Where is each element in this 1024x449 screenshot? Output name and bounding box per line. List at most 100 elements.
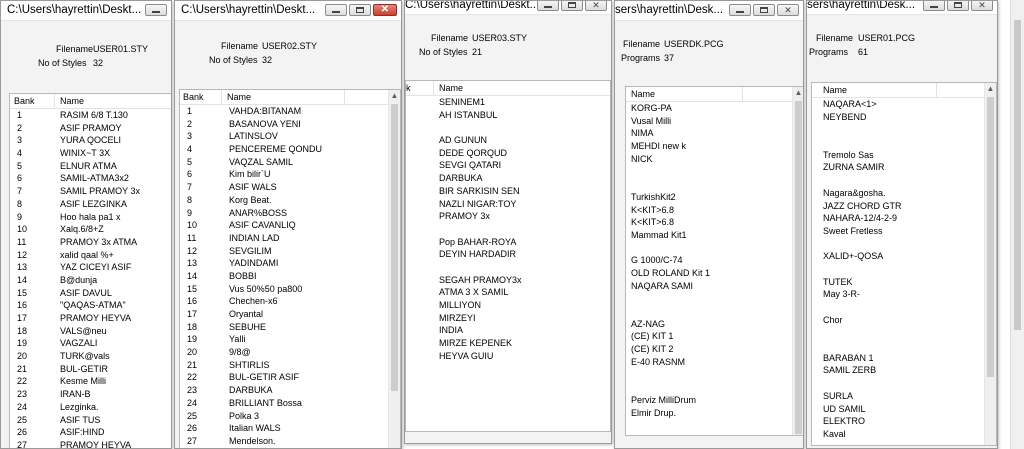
list-item[interactable]: 24 Lezginka. (10, 402, 171, 415)
list-item[interactable]: 2 BASANOVA YENI (180, 119, 388, 132)
list-item[interactable]: INDIA (406, 325, 610, 338)
list-item[interactable]: 2 ASIF PRAMOY (10, 123, 171, 136)
list-item[interactable]: 13 YAZ CICEYI ASIF (10, 262, 171, 275)
list-item[interactable]: 4 WINIX~T 3X (10, 148, 171, 161)
minimize-button[interactable] (145, 4, 167, 16)
list-item[interactable]: SAMIL ZERB (812, 365, 984, 378)
list-item[interactable]: JAZZ CHORD GTR (812, 201, 984, 214)
list-item[interactable]: 22 BUL-GETIR ASIF (180, 372, 388, 385)
title-bar[interactable]: C:\Users\hayrettin\Deskt... ✕ (175, 1, 401, 21)
list-item[interactable]: 21 SHTIRLIS (180, 360, 388, 373)
list-item[interactable]: G 1000/C-74 (626, 255, 792, 268)
window-user01-sty[interactable]: C:\Users\hayrettin\Deskt... Filename USE… (0, 0, 172, 449)
list-item[interactable]: AD GUNUN (406, 135, 610, 148)
list-item[interactable]: Vusal Milli (626, 116, 792, 129)
list-item[interactable]: PRAMOY 3x (406, 211, 610, 224)
list-item[interactable]: Elmir Drup. (626, 408, 792, 421)
list-item[interactable] (812, 378, 984, 391)
list-item[interactable]: (CE) KIT 2 (626, 344, 792, 357)
close-button[interactable]: ✕ (585, 1, 607, 11)
column-header-name[interactable]: Name (631, 89, 655, 99)
close-button[interactable]: ✕ (971, 1, 993, 11)
list-item[interactable]: 24 BRILLIANT Bossa (180, 398, 388, 411)
maximize-button[interactable] (753, 4, 775, 16)
list-item[interactable]: 15 ASIF DAVUL (10, 288, 171, 301)
title-bar[interactable]: sers\hayrettin\Desk... ✕ (807, 1, 997, 15)
list-item[interactable]: NAHARA-12/4-2-9 (812, 213, 984, 226)
list-item[interactable] (626, 306, 792, 319)
minimize-button[interactable] (923, 1, 945, 11)
list-item[interactable] (626, 243, 792, 256)
styles-list[interactable]: k Name SENINEM1 AH ISTANBUL AD GUNUN DEDE Q… (405, 80, 611, 432)
list-item[interactable]: 5 ELNUR ATMA (10, 161, 171, 174)
list-item[interactable]: ZURNA SAMIR (812, 162, 984, 175)
list-item[interactable]: E-40 RASNM (626, 357, 792, 370)
list-item[interactable]: 1 VAHDA:BITANAM (180, 106, 388, 119)
list-item[interactable] (812, 327, 984, 340)
list-rows[interactable]: SENINEM1 AH ISTANBUL AD GUNUN DEDE QORQUD SE… (406, 97, 610, 431)
list-item[interactable]: K<KIT>6.8 (626, 205, 792, 218)
list-item[interactable]: 27 PRAMOY HEYVA (10, 440, 171, 448)
list-item[interactable]: 16 Chechen-x6 (180, 296, 388, 309)
scroll-thumb[interactable] (391, 104, 398, 391)
list-item[interactable]: SENINEM1 (406, 97, 610, 110)
list-item[interactable]: MILLIYON (406, 300, 610, 313)
list-item[interactable]: 1 RASIM 6/8 T.130 (10, 110, 171, 123)
list-item[interactable]: 8 Korg Beat. (180, 195, 388, 208)
list-item[interactable] (812, 124, 984, 137)
maximize-button[interactable] (561, 1, 583, 11)
desktop-scrollbar[interactable] (1010, 0, 1024, 449)
list-item[interactable]: (CE) KIT 1 (626, 331, 792, 344)
list-item[interactable]: 6 Kim bilir`U (180, 169, 388, 182)
styles-list[interactable]: Bank Name 1 VAHDA:BITANAM 2 BASANOVA YENI 3 L… (179, 89, 401, 448)
list-item[interactable]: 19 Yalli (180, 334, 388, 347)
window-user01-pcg[interactable]: sers\hayrettin\Desk... ✕ Filename USER01… (806, 0, 998, 449)
list-item[interactable]: 13 YADINDAMI (180, 258, 388, 271)
list-item[interactable]: AZ-NAG (626, 319, 792, 332)
list-item[interactable]: HEYVA GUIU (406, 351, 610, 364)
list-item[interactable] (812, 137, 984, 150)
list-item[interactable]: NEYBEND (812, 112, 984, 125)
list-item[interactable] (626, 293, 792, 306)
list-item[interactable]: SEVGI QATARI (406, 160, 610, 173)
list-item[interactable]: ELEKTRO (812, 416, 984, 429)
list-item[interactable]: 16 "QAQAS-ATMA" (10, 300, 171, 313)
list-item[interactable]: TurkishKit2 (626, 192, 792, 205)
window-user03-sty[interactable]: C:\Users\hayrettin\Deskt... ✕ Filename U… (404, 0, 612, 444)
list-item[interactable]: MEHDI new k (626, 141, 792, 154)
list-item[interactable]: 19 VAGZALI (10, 338, 171, 351)
list-item[interactable]: 17 Oryantal (180, 309, 388, 322)
list-rows[interactable]: 1 VAHDA:BITANAM 2 BASANOVA YENI 3 LATINSLOV 4 P… (180, 106, 388, 448)
vertical-scrollbar[interactable]: ▲ (388, 90, 400, 448)
column-header-name[interactable]: Name (439, 83, 463, 93)
scroll-thumb[interactable] (987, 97, 994, 377)
list-item[interactable]: 4 PENCEREME QONDU (180, 144, 388, 157)
minimize-button[interactable] (325, 4, 347, 16)
list-item[interactable]: 23 IRAN-B (10, 389, 171, 402)
list-item[interactable]: 9 ANAR%BOSS (180, 208, 388, 221)
list-item[interactable] (626, 166, 792, 179)
list-item[interactable]: UD SAMIL (812, 404, 984, 417)
vertical-scrollbar[interactable]: ▲ (984, 83, 996, 445)
list-item[interactable]: 6 SAMIL-ATMA3x2 (10, 173, 171, 186)
minimize-button[interactable] (729, 4, 751, 16)
desktop-scroll-thumb[interactable] (1014, 20, 1021, 330)
window-user02-sty[interactable]: C:\Users\hayrettin\Deskt... ✕ Filename U… (174, 0, 402, 449)
title-bar[interactable]: sers\hayrettin\Desk... ✕ (615, 1, 803, 21)
list-item[interactable]: 23 DARBUKA (180, 385, 388, 398)
close-button[interactable]: ✕ (373, 4, 397, 16)
list-item[interactable]: 9 Hoo hala pa1 x (10, 212, 171, 225)
list-rows[interactable]: KORG-PA Vusal Milli NIMA MEHDI new k NICK Tur… (626, 103, 792, 435)
list-item[interactable]: 14 BOBBI (180, 271, 388, 284)
list-item[interactable]: 7 ASIF WALS (180, 182, 388, 195)
list-item[interactable] (406, 224, 610, 237)
column-header-bank[interactable]: k (406, 83, 411, 93)
list-item[interactable]: 5 VAQZAL SAMIL (180, 157, 388, 170)
list-item[interactable]: 25 Polka 3 (180, 411, 388, 424)
list-item[interactable]: DARBUKA (406, 173, 610, 186)
minimize-button[interactable] (537, 1, 559, 11)
list-item[interactable] (406, 122, 610, 135)
scroll-up-icon[interactable]: ▲ (389, 90, 400, 102)
list-item[interactable] (626, 382, 792, 395)
list-item[interactable]: AH ISTANBUL (406, 110, 610, 123)
